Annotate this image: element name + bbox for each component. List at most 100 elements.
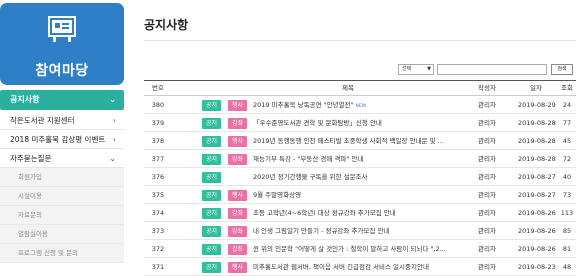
header-date: 일자: [530, 84, 542, 92]
writer: 관리자: [478, 137, 496, 145]
post-title-link[interactable]: 「우수준영도서관 견학 및 문화탐방」신청 안내: [253, 114, 463, 132]
row-number: 371: [151, 263, 165, 271]
post-title-link[interactable]: 재능기부 특강 - "부동산 경매 격파" 안내: [253, 150, 463, 168]
date: 2019-08-27: [518, 173, 556, 181]
notice-badge: 공지: [202, 243, 222, 255]
row-number: 379: [151, 119, 165, 127]
dropdown-arrow-icon: ▼: [427, 66, 431, 72]
writer: 관리자: [478, 119, 496, 127]
post-title-link[interactable]: 윈 위의 인문학 "어떻게 살 것인가 : 철학이 말하고 사람이 되뇌다 ",…: [253, 240, 463, 258]
sidebar-subitem-signup[interactable]: 회원가입: [0, 168, 124, 187]
writer: 관리자: [478, 245, 496, 253]
sidebar-item-notices[interactable]: 공지사항 ⌄: [0, 90, 124, 110]
faq-submenu: 회원가입 시설이용 자료문의 열람실이용 프로그램 신청 및 문의: [0, 168, 124, 263]
type-badge: 강좌: [228, 225, 248, 237]
view-count: 113: [560, 209, 574, 217]
bulletin-board-icon: [48, 16, 76, 42]
type-badge: 강좌: [228, 243, 248, 255]
page-title: 공지사항: [144, 18, 189, 32]
sidebar-title: 참여마당: [35, 63, 89, 79]
post-title-link[interactable]: 미추홀도서관 웹서버, 책이음 서버 긴급점검 서비스 일시중지안내: [253, 258, 463, 276]
date: 2019-08-26: [518, 209, 556, 217]
chevron-right-icon: ›: [112, 135, 116, 144]
sidebar-item-label: 자주묻는질문: [10, 154, 52, 163]
search-button[interactable]: 검색: [551, 64, 573, 75]
writer: 관리자: [478, 155, 496, 163]
view-count: 81: [562, 245, 572, 253]
notice-badge: 공지: [202, 225, 222, 237]
notice-table: 번호 제목 작성자 일자 조회 380 공지 행사 2019 미추홀북 낭독공연 "안…: [144, 80, 576, 276]
row-number: 377: [151, 155, 165, 163]
post-title-link[interactable]: 2020년 정기간행물 구독을 위한 설문조사: [253, 168, 463, 186]
row-number: 374: [151, 209, 165, 217]
type-badge: 행사: [228, 261, 248, 273]
table-row[interactable]: 374 공지 강좌 초등 고학년(4~6학년) 대상 정규강좌 추가모집 안내 관리자 2…: [144, 204, 576, 222]
table-row[interactable]: 373 공지 강좌 내 인생 그림일기 만들기 - 정규강좌 추가모집 안내 관리자 20…: [144, 222, 576, 240]
header-writer: 작성자: [478, 84, 496, 92]
select-value: 선택: [402, 66, 412, 72]
view-count: 77: [562, 119, 572, 127]
view-count: 73: [562, 191, 572, 199]
table-row[interactable]: 372 공지 강좌 윈 위의 인문학 "어떻게 살 것인가 : 철학이 말하고 사람이…: [144, 240, 576, 258]
table-row[interactable]: 380 공지 행사 2019 미추홀북 낭독공연 "안녕열전" NEW 관리자 2019-0…: [144, 96, 576, 114]
table-row[interactable]: 379 공지 강좌 「우수준영도서관 견학 및 문화탐방」신청 안내 관리자 2019-0…: [144, 114, 576, 132]
date: 2019-08-26: [518, 227, 556, 235]
post-title: 초등 고학년(4~6학년) 대상 정규강좌 추가모집 안내: [253, 209, 396, 217]
notice-badge: 공지: [202, 153, 222, 165]
post-title: 2019 미추홀북 낭독공연 "안녕열전": [253, 101, 354, 109]
type-badge: 행사: [228, 135, 248, 147]
post-title-link[interactable]: 내 인생 그림일기 만들기 - 정규강좌 추가모집 안내: [253, 222, 463, 240]
sidebar-item-label: 작은도서관 지원센터: [10, 116, 75, 125]
writer: 관리자: [478, 209, 496, 217]
header-title: 제목: [342, 84, 354, 92]
post-title: 윈 위의 인문학 "어떻게 살 것인가 : 철학이 말하고 사람이 되뇌다 ",…: [253, 245, 446, 253]
table-header: 번호 제목 작성자 일자 조회: [144, 80, 576, 96]
post-title: 「우수준영도서관 견학 및 문화탐방」신청 안내: [253, 119, 382, 127]
view-count: 40: [562, 173, 572, 181]
type-badge: 강좌: [228, 153, 248, 165]
type-badge: 강좌: [228, 117, 248, 129]
notice-badge: 공지: [202, 135, 222, 147]
table-row[interactable]: 371 공지 행사 미추홀도서관 웹서버, 책이음 서버 긴급점검 서비스 일시중지안…: [144, 258, 576, 276]
sidebar-subitem-reading-room[interactable]: 열람실이용: [0, 225, 124, 244]
writer: 관리자: [478, 227, 496, 235]
notice-badge: 공지: [202, 117, 222, 129]
search-category-select[interactable]: 선택 ▼: [398, 64, 434, 75]
table-row[interactable]: 377 공지 강좌 재능기부 특강 - "부동산 경매 격파" 안내 관리자 2019-0…: [144, 150, 576, 168]
sidebar-item-review-event[interactable]: 2018 미추홀북 감상평 이벤트 ›: [0, 130, 124, 149]
new-tag: NEW: [355, 104, 367, 109]
row-number: 378: [151, 137, 165, 145]
date: 2019-08-27: [518, 191, 556, 199]
sidebar-hero: 참여마당: [0, 3, 124, 85]
writer: 관리자: [478, 191, 496, 199]
type-badge: 행사: [228, 99, 248, 111]
writer: 관리자: [478, 101, 496, 109]
sidebar-subitem-materials[interactable]: 자료문의: [0, 206, 124, 225]
divider: [144, 40, 576, 41]
search-input[interactable]: [437, 64, 547, 75]
table-row[interactable]: 375 공지 행사 9월 주말영화상영 관리자 2019-08-27 73: [144, 186, 576, 204]
post-title: 재능기부 특강 - "부동산 경매 격파" 안내: [253, 155, 364, 163]
sidebar-subitem-programs[interactable]: 프로그램 신청 및 문의: [0, 244, 124, 263]
sidebar-item-label: 2018 미추홀북 감상평 이벤트: [10, 135, 106, 144]
post-title-link[interactable]: 2019 미추홀북 낭독공연 "안녕열전" NEW: [253, 96, 463, 116]
row-number: 380: [151, 101, 165, 109]
table-row[interactable]: 378 공지 행사 2019년 동행동행 인천 페스티벌 초중학생 사회적 백일장 안…: [144, 132, 576, 150]
header-no: 번호: [152, 84, 164, 92]
post-title-link[interactable]: 9월 주말영화상영: [253, 186, 463, 204]
sidebar: 참여마당 공지사항 ⌄ 작은도서관 지원센터 › 2018 미추홀북 감상평 이…: [0, 0, 124, 276]
row-number: 375: [151, 191, 165, 199]
view-count: 24: [562, 101, 572, 109]
view-count: 85: [562, 227, 572, 235]
post-title: 미추홀도서관 웹서버, 책이음 서버 긴급점검 서비스 일시중지안내: [253, 263, 429, 271]
sidebar-item-support-center[interactable]: 작은도서관 지원센터 ›: [0, 111, 124, 130]
post-title-link[interactable]: 초등 고학년(4~6학년) 대상 정규강좌 추가모집 안내: [253, 204, 463, 222]
sidebar-item-faq[interactable]: 자주묻는질문 ⌄: [0, 149, 124, 168]
table-row[interactable]: 376 공지 2020년 정기간행물 구독을 위한 설문조사 관리자 2019-08-2…: [144, 168, 576, 186]
header-views: 조회: [561, 84, 573, 92]
notice-badge: 공지: [202, 207, 222, 219]
date: 2019-08-28: [518, 137, 556, 145]
post-title-link[interactable]: 2019년 동행동행 인천 페스티벌 초중학생 사회적 백일장 안내문 및 ..…: [253, 132, 463, 150]
view-count: 45: [562, 137, 572, 145]
sidebar-subitem-facility[interactable]: 시설이용: [0, 187, 124, 206]
